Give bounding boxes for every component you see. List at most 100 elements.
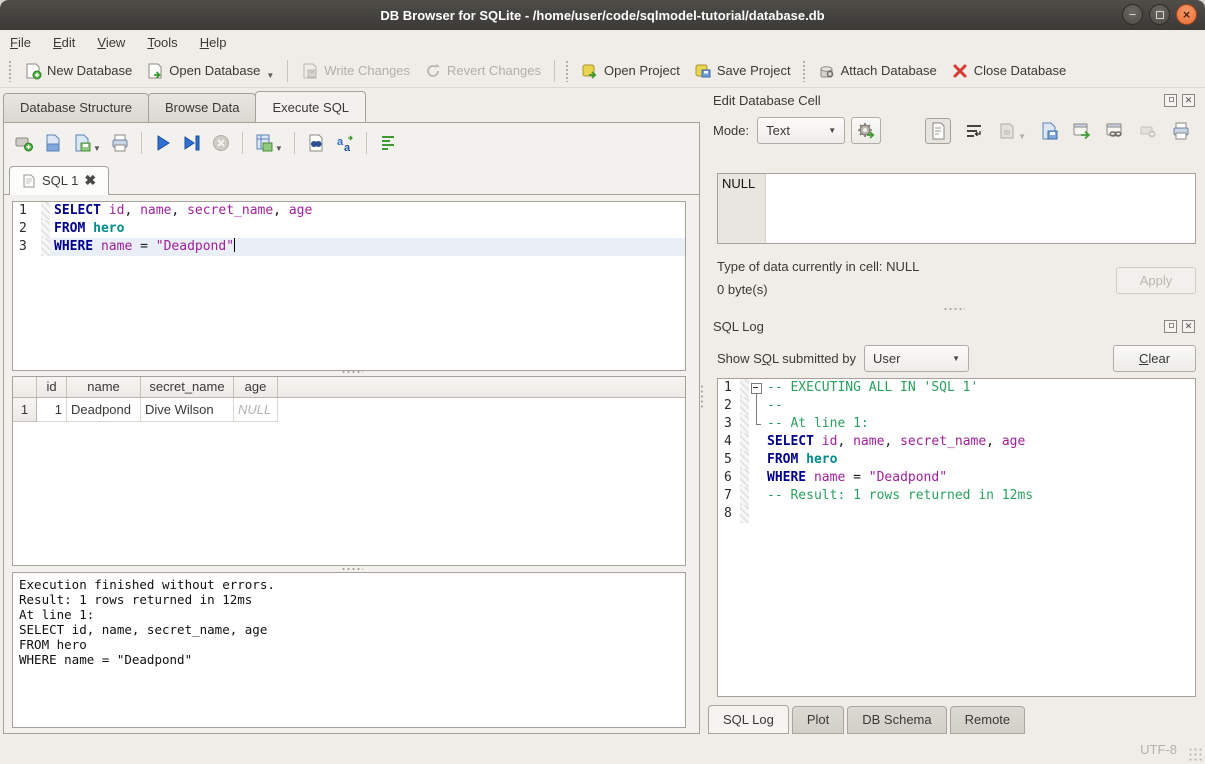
titlebar[interactable]: DB Browser for SQLite - /home/user/code/… — [0, 0, 1205, 30]
column-header-secret-name[interactable]: secret_name — [141, 377, 234, 397]
menu-edit[interactable]: Edit — [53, 35, 75, 50]
cell-age[interactable]: NULL — [234, 398, 278, 422]
new-sql-tab-icon[interactable] — [14, 133, 34, 153]
submitted-by-combobox[interactable]: User ▼ — [864, 345, 969, 372]
cell-secret-name[interactable]: Dive Wilson — [141, 398, 234, 422]
svg-text:a: a — [337, 136, 344, 148]
cell-name[interactable]: Deadpond — [67, 398, 141, 422]
toolbar-drag-handle[interactable] — [565, 60, 570, 82]
column-header-age[interactable]: age — [234, 377, 278, 397]
save-cell-as-icon[interactable] — [1039, 121, 1059, 141]
results-message-splitter[interactable] — [341, 567, 363, 571]
tab-browse-data[interactable]: Browse Data — [148, 93, 256, 122]
cell-value-editor[interactable]: NULL — [717, 173, 1196, 244]
row-number[interactable]: 1 — [13, 398, 37, 422]
sql-log-title: SQL Log — [713, 319, 1164, 334]
close-button[interactable]: × — [1176, 4, 1197, 25]
fold-marker — [749, 469, 763, 487]
results-grid[interactable]: id name secret_name age 1 1 Deadpond Div… — [12, 376, 686, 566]
save-results-button[interactable]: ▼ — [254, 133, 283, 153]
log-line: -- EXECUTING ALL IN 'SQL 1' — [763, 379, 1195, 397]
corner-header-cell[interactable] — [13, 377, 37, 397]
editor-margin — [41, 202, 50, 220]
line-number: 3 — [718, 415, 740, 433]
cell-editor-area[interactable] — [766, 174, 1195, 243]
tab-execute-sql[interactable]: Execute SQL — [255, 91, 366, 122]
open-database-button[interactable]: Open Database ▼ — [139, 58, 281, 84]
float-dock-button[interactable] — [1164, 94, 1177, 107]
fold-marker[interactable] — [749, 379, 763, 397]
toggle-comment-icon[interactable] — [378, 133, 398, 153]
editor-margin — [740, 415, 749, 433]
clear-log-button[interactable]: Clear — [1113, 345, 1196, 372]
float-dock-button[interactable] — [1164, 320, 1177, 333]
export-cell-icon[interactable] — [1072, 121, 1092, 141]
print-cell-icon[interactable] — [1171, 121, 1191, 141]
edit-cell-header: Edit Database Cell ✕ — [703, 89, 1205, 110]
cell-id[interactable]: 1 — [37, 398, 67, 422]
open-sql-file-icon[interactable] — [43, 133, 63, 153]
cell-value-text: NULL — [718, 174, 766, 243]
save-sql-dropdown-icon[interactable]: ▼ — [93, 144, 101, 153]
menu-tools[interactable]: Tools — [147, 35, 177, 50]
find-replace-icon[interactable] — [306, 133, 326, 153]
sql-log-editor[interactable]: 1-- EXECUTING ALL IN 'SQL 1' 2-- 3-- At … — [717, 378, 1196, 697]
close-dock-button[interactable]: ✕ — [1182, 94, 1195, 107]
print-sql-icon[interactable] — [110, 133, 130, 153]
save-project-button[interactable]: Save Project — [687, 58, 798, 84]
menu-view[interactable]: View — [97, 35, 125, 50]
execute-current-line-icon[interactable] — [182, 133, 202, 153]
word-wrap-icon[interactable] — [964, 121, 984, 141]
toolbar-drag-handle[interactable] — [8, 60, 13, 82]
dock-tab-sql-log[interactable]: SQL Log — [708, 705, 789, 734]
auto-format-icon[interactable]: aa — [335, 133, 355, 153]
open-project-button[interactable]: Open Project — [574, 58, 687, 84]
execution-message-box[interactable]: Execution finished without errors. Resul… — [12, 572, 686, 728]
maximize-button[interactable] — [1149, 4, 1170, 25]
execute-all-icon[interactable] — [153, 133, 173, 153]
dock-tab-plot[interactable]: Plot — [792, 706, 844, 734]
line-number: 4 — [718, 433, 740, 451]
attach-database-button[interactable]: Attach Database — [811, 58, 944, 84]
editor-margin — [41, 220, 50, 238]
dock-splitter[interactable] — [943, 307, 965, 311]
sql-tab-close-icon[interactable]: ✖ — [84, 172, 96, 189]
toolbar-drag-handle[interactable] — [802, 60, 807, 82]
column-header-id[interactable]: id — [37, 377, 67, 397]
menu-file[interactable]: File — [10, 35, 31, 50]
copy-link-icon[interactable] — [1105, 121, 1125, 141]
line-number: 8 — [718, 505, 740, 523]
close-database-button[interactable]: Close Database — [944, 58, 1074, 84]
menu-help[interactable]: Help — [200, 35, 227, 50]
dock-tab-bar: SQL Log Plot DB Schema Remote — [708, 706, 1028, 734]
panel-splitter[interactable] — [700, 384, 704, 408]
mode-combobox[interactable]: Text ▼ — [757, 117, 845, 144]
edit-cell-toolbar: Mode: Text ▼ ▼ — [703, 110, 1205, 148]
log-line: SELECT id, name, secret_name, age — [763, 433, 1195, 451]
sql-editor[interactable]: 1 SELECT id, name, secret_name, age 2 FR… — [12, 201, 686, 371]
dock-tab-remote[interactable]: Remote — [950, 706, 1026, 734]
minimize-button[interactable]: − — [1122, 4, 1143, 25]
column-header-name[interactable]: name — [67, 377, 141, 397]
open-database-icon — [146, 62, 164, 80]
close-dock-button[interactable]: ✕ — [1182, 320, 1195, 333]
revert-changes-icon — [424, 62, 442, 80]
sql-tab-label: SQL 1 — [42, 173, 78, 188]
apply-settings-button[interactable] — [851, 117, 881, 144]
write-changes-button: Write Changes — [294, 58, 417, 84]
new-database-button[interactable]: New Database — [17, 58, 139, 84]
editor-results-splitter[interactable] — [341, 370, 363, 374]
save-sql-file-button[interactable]: ▼ — [72, 133, 101, 153]
code-line-current: WHERE name = "Deadpond" — [50, 238, 685, 256]
sql-tab[interactable]: SQL 1 ✖ — [9, 166, 109, 195]
save-results-dropdown-icon[interactable]: ▼ — [275, 144, 283, 153]
dock-tab-db-schema[interactable]: DB Schema — [847, 706, 946, 734]
resize-grip[interactable] — [1188, 747, 1202, 761]
table-row[interactable]: 1 1 Deadpond Dive Wilson NULL — [13, 398, 685, 422]
app-window: DB Browser for SQLite - /home/user/code/… — [0, 0, 1205, 764]
tab-database-structure[interactable]: Database Structure — [3, 93, 149, 122]
log-line: -- Result: 1 rows returned in 12ms — [763, 487, 1195, 505]
text-mode-button[interactable] — [925, 118, 951, 144]
open-database-dropdown-icon[interactable]: ▼ — [266, 71, 274, 80]
sql-toolbar: ▼ ▼ aa — [4, 123, 699, 160]
